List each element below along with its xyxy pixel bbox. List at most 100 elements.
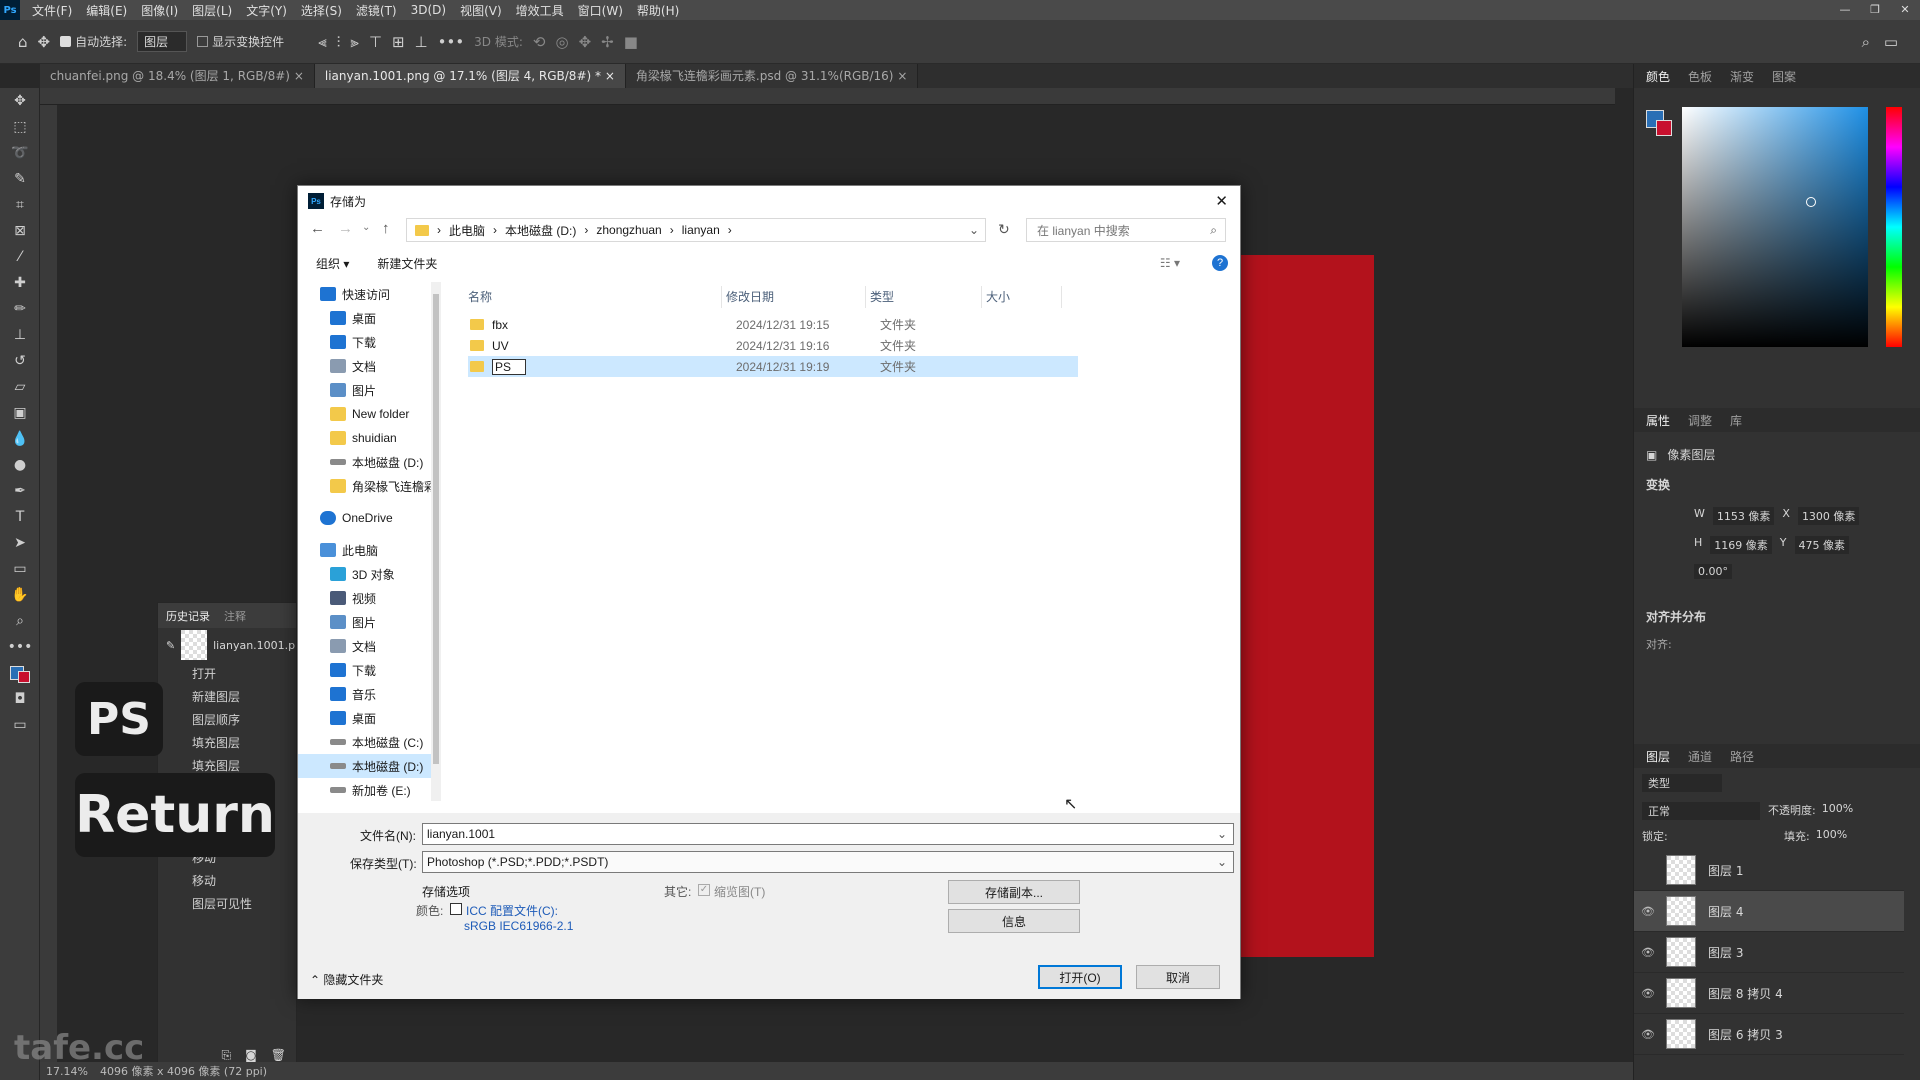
back-arrow-icon[interactable]: ← [310,220,325,237]
hand-tool-icon[interactable]: ✋ [0,582,40,608]
align-bottom-icon[interactable]: ⊥ [415,33,428,51]
align-top-icon[interactable]: ⊤ [369,33,382,51]
new-folder-button[interactable]: 新建文件夹 [377,255,437,272]
close-tab-icon[interactable]: × [605,69,615,83]
history-item[interactable]: 图层可见性 [158,892,296,915]
layer-row[interactable]: 👁 图层 4 [1634,891,1904,932]
brush-tool-icon[interactable]: ✏ [0,296,40,322]
home-icon[interactable]: ⌂ [18,33,28,51]
close-tab-icon[interactable]: × [294,69,304,83]
menu-image[interactable]: 图像(I) [141,2,178,19]
column-type[interactable]: 类型 [866,286,982,308]
file-row[interactable]: UV 2024/12/31 19:16 文件夹 [468,335,1078,356]
new-document-from-state-icon[interactable]: ⎘ [222,1048,232,1063]
align-middle-icon[interactable]: ⊞ [392,33,405,51]
filetype-select[interactable]: Photoshop (*.PSD;*.PDD;*.PSDT) ⌄ [422,851,1234,873]
tab-libraries[interactable]: 库 [1730,412,1742,429]
zoom-tool-icon[interactable]: ⌕ [0,608,40,634]
nav-this-pc[interactable]: 此电脑 [298,538,441,562]
history-item[interactable]: 打开 [158,662,296,685]
move-tool-icon[interactable]: ✥ [0,88,40,114]
color-picker-field[interactable] [1682,107,1868,347]
marquee-tool-icon[interactable]: ⬚ [0,114,40,140]
column-date[interactable]: 修改日期 [722,286,866,308]
breadcrumb-drive-d[interactable]: 本地磁盘 (D:) [505,222,576,239]
menu-edit[interactable]: 编辑(E) [86,2,127,19]
tab-color[interactable]: 颜色 [1646,68,1670,85]
hide-folders-toggle[interactable]: ⌃ 隐藏文件夹 [310,971,383,988]
nav-documents-pc[interactable]: 文档 [298,634,441,658]
type-tool-icon[interactable]: T [0,504,40,530]
file-row[interactable]: fbx 2024/12/31 19:15 文件夹 [468,314,1078,335]
refresh-icon[interactable]: ↻ [998,221,1010,238]
height-field[interactable]: 1169 像素 [1710,536,1772,554]
nav-shuidian[interactable]: shuidian [298,426,441,450]
lasso-tool-icon[interactable]: ➰ [0,140,40,166]
layer-row[interactable]: 👁 图层 3 [1634,932,1904,973]
tab-adjustments[interactable]: 调整 [1688,412,1712,429]
history-item[interactable]: 新建图层 [158,685,296,708]
nav-documents[interactable]: 文档 [298,354,441,378]
zoom-level[interactable]: 17.14% [46,1065,88,1078]
restore-icon[interactable]: ❐ [1860,0,1890,20]
icc-checkbox[interactable] [450,903,462,915]
eye-icon[interactable]: 👁 [1634,1028,1662,1041]
more-options-icon[interactable]: ••• [438,33,465,51]
align-center-icon[interactable]: ⫶ [337,33,341,51]
crop-tool-icon[interactable]: ⌗ [0,192,40,218]
hue-slider[interactable] [1886,107,1902,347]
transform-section[interactable]: 变换 [1646,476,1670,493]
pan-3d-icon[interactable]: ✥ [579,33,592,51]
nav-downloads[interactable]: 下载 [298,330,441,354]
nav-pictures-pc[interactable]: 图片 [298,610,441,634]
nav-jiaoliang[interactable]: 角梁椽飞连檐彩 [298,474,441,498]
menu-select[interactable]: 选择(S) [301,2,342,19]
breadcrumb-zhongzhuan[interactable]: zhongzhuan [596,223,661,237]
tab-patterns[interactable]: 图案 [1772,68,1796,85]
tab-jiaoliang[interactable]: 角梁椽飞连檐彩画元素.psd @ 31.1%(RGB/16) × [625,64,919,88]
menu-layer[interactable]: 图层(L) [192,2,232,19]
nav-drive-d-quick[interactable]: 本地磁盘 (D:) [298,450,441,474]
tab-paths[interactable]: 路径 [1730,748,1754,765]
tab-lianyan[interactable]: lianyan.1001.png @ 17.1% (图层 4, RGB/8#) … [314,64,626,88]
edit-toolbar-icon[interactable]: ••• [0,634,40,660]
x-field[interactable]: 1300 像素 [1797,507,1860,525]
breadcrumb-this-pc[interactable]: 此电脑 [449,222,485,239]
tab-layers[interactable]: 图层 [1646,748,1670,765]
eye-icon[interactable]: 👁 [1634,987,1662,1000]
history-item[interactable]: 图层顺序 [158,708,296,731]
save-copy-button[interactable]: 存储副本... [948,880,1080,904]
path-select-tool-icon[interactable]: ➤ [0,530,40,556]
color-swatches-icon[interactable] [0,660,40,686]
snapshot-camera-icon[interactable]: ◙ [245,1048,257,1063]
nav-downloads-pc[interactable]: 下载 [298,658,441,682]
rename-input[interactable]: PS [492,358,527,375]
layer-row[interactable]: 图层 1 [1634,850,1904,891]
fill-field[interactable]: 100% [1816,828,1847,844]
tab-notes[interactable]: 注释 [224,608,246,624]
slide-3d-icon[interactable]: ✢ [601,33,614,51]
opacity-field[interactable]: 100% [1822,802,1853,818]
align-section[interactable]: 对齐并分布 [1646,608,1706,625]
history-item[interactable]: 移动 [158,869,296,892]
layer-filter-kind[interactable]: 类型 [1642,774,1722,792]
nav-desktop-pc[interactable]: 桌面 [298,706,441,730]
show-transform-checkbox[interactable]: 显示变换控件 [197,33,284,50]
menu-window[interactable]: 窗口(W) [578,2,623,19]
workspace-icon[interactable]: ▭ [1884,33,1898,51]
auto-select-checkbox[interactable]: 自动选择: [60,33,127,50]
gradient-tool-icon[interactable]: ▣ [0,400,40,426]
blur-tool-icon[interactable]: 💧 [0,426,40,452]
quick-mask-icon[interactable]: ◘ [0,686,40,712]
tab-chuanfei[interactable]: chuanfei.png @ 18.4% (图层 1, RGB/8#) × [40,64,315,88]
eye-icon[interactable]: 👁 [1634,946,1662,959]
up-arrow-icon[interactable]: ↑ [382,220,390,237]
tab-properties[interactable]: 属性 [1646,412,1670,429]
nav-drive-c[interactable]: 本地磁盘 (C:) [298,730,441,754]
info-button[interactable]: 信息 [948,909,1080,933]
nav-drive-d[interactable]: 本地磁盘 (D:) [298,754,441,778]
recent-locations-icon[interactable]: ⌄ [362,222,370,233]
nav-quick-access[interactable]: 快速访问 [298,282,441,306]
filename-input[interactable]: lianyan.1001 ⌄ [422,823,1234,845]
healing-brush-tool-icon[interactable]: ✚ [0,270,40,296]
